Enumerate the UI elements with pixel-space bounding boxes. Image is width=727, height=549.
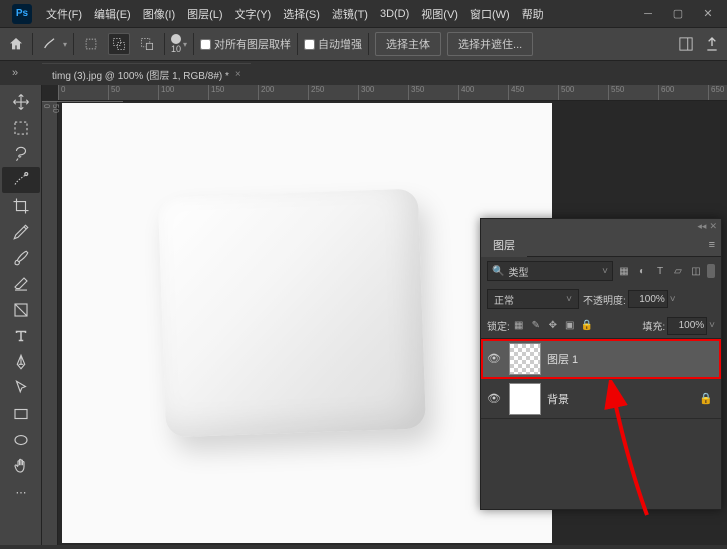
- lock-artboard-icon[interactable]: ▣: [564, 320, 576, 331]
- menu-3d[interactable]: 3D(D): [374, 5, 415, 23]
- filter-type-icon[interactable]: T: [653, 266, 667, 277]
- panel-collapse-icon[interactable]: ◂◂: [697, 221, 706, 232]
- panel-menu-icon[interactable]: ≡: [703, 239, 721, 251]
- menu-type[interactable]: 文字(Y): [229, 3, 278, 25]
- lock-transparency-icon[interactable]: ▦: [513, 320, 525, 331]
- select-and-mask-button[interactable]: 选择并遮住...: [447, 32, 533, 56]
- new-selection-icon[interactable]: [80, 33, 102, 55]
- visibility-toggle-icon[interactable]: 👁: [485, 352, 503, 365]
- menu-select[interactable]: 选择(S): [277, 3, 326, 25]
- document-tab-title: timg (3).jpg @ 100% (图层 1, RGB/8#) *: [52, 67, 229, 82]
- vertical-ruler: 050100150200250300350400: [42, 101, 58, 545]
- maximize-button[interactable]: ▢: [663, 4, 693, 24]
- layer-name[interactable]: 背景: [547, 391, 693, 407]
- brush-tool[interactable]: [2, 245, 40, 271]
- layer-name[interactable]: 图层 1: [547, 351, 717, 367]
- home-icon[interactable]: [6, 34, 26, 54]
- opacity-label: 不透明度:: [583, 292, 626, 307]
- lock-icon: 🔒: [699, 392, 713, 405]
- gradient-tool[interactable]: [2, 297, 40, 323]
- layers-panel: ◂◂ ✕ 图层 ≡ 🔍 类型 ˅ ▦ ◐ T ▱ ◫ 正常 ˅ 不透明度: 10…: [480, 218, 722, 510]
- opacity-input[interactable]: 100%: [628, 290, 668, 308]
- fill-label: 填充:: [642, 318, 665, 333]
- brush-size-picker[interactable]: 10: [171, 34, 181, 54]
- filter-toggle[interactable]: [707, 264, 715, 278]
- sample-all-layers-checkbox[interactable]: 对所有图层取样: [200, 36, 291, 52]
- layer-thumbnail[interactable]: [509, 343, 541, 375]
- menu-view[interactable]: 视图(V): [415, 3, 464, 25]
- minimize-button[interactable]: ─: [633, 4, 663, 24]
- lasso-tool[interactable]: [2, 141, 40, 167]
- eraser-tool[interactable]: [2, 271, 40, 297]
- type-tool[interactable]: [2, 323, 40, 349]
- crop-tool[interactable]: [2, 193, 40, 219]
- app-logo: Ps: [12, 4, 32, 24]
- menu-layer[interactable]: 图层(L): [181, 3, 228, 25]
- hand-tool[interactable]: [2, 453, 40, 479]
- quick-selection-tool[interactable]: [2, 167, 40, 193]
- filter-pixel-icon[interactable]: ▦: [617, 266, 631, 277]
- add-selection-icon[interactable]: [108, 33, 130, 55]
- menu-image[interactable]: 图像(I): [137, 3, 181, 25]
- auto-enhance-checkbox[interactable]: 自动增强: [304, 36, 362, 52]
- brush-size-value: 10: [171, 44, 181, 54]
- marquee-tool[interactable]: [2, 115, 40, 141]
- chevron-down-icon[interactable]: ▾: [183, 40, 187, 49]
- toolbox: ⋯: [0, 85, 42, 545]
- lock-all-icon[interactable]: 🔒: [581, 320, 593, 331]
- rectangle-tool[interactable]: [2, 401, 40, 427]
- layer-filter-type[interactable]: 🔍 类型 ˅: [487, 261, 613, 281]
- more-tools[interactable]: ⋯: [2, 479, 40, 505]
- share-icon[interactable]: [703, 35, 721, 53]
- visibility-toggle-icon[interactable]: 👁: [485, 392, 503, 405]
- menu-help[interactable]: 帮助: [516, 3, 550, 25]
- tool-preset-icon[interactable]: [39, 33, 61, 55]
- menu-filter[interactable]: 滤镜(T): [326, 3, 374, 25]
- fill-input[interactable]: 100%: [667, 317, 707, 335]
- eyedropper-tool[interactable]: [2, 219, 40, 245]
- select-subject-button[interactable]: 选择主体: [375, 32, 441, 56]
- panels-icon[interactable]: [677, 35, 695, 53]
- menu-window[interactable]: 窗口(W): [464, 3, 516, 25]
- ellipse-tool[interactable]: [2, 427, 40, 453]
- tab-overflow-icon[interactable]: »: [8, 61, 22, 85]
- layer-item[interactable]: 👁 背景 🔒: [481, 379, 721, 419]
- menu-file[interactable]: 文件(F): [40, 3, 88, 25]
- filter-adjustment-icon[interactable]: ◐: [635, 266, 649, 277]
- tab-close-icon[interactable]: ×: [235, 69, 241, 80]
- chevron-down-icon[interactable]: ▾: [63, 40, 67, 49]
- lock-position-icon[interactable]: ✥: [547, 320, 559, 331]
- lock-pixels-icon[interactable]: ✎: [530, 320, 542, 331]
- layer-item[interactable]: 👁 图层 1: [481, 339, 721, 379]
- panel-close-icon[interactable]: ✕: [709, 221, 717, 232]
- layer-thumbnail[interactable]: [509, 383, 541, 415]
- filter-smart-icon[interactable]: ◫: [689, 266, 703, 277]
- blend-mode-select[interactable]: 正常 ˅: [487, 289, 579, 309]
- move-tool[interactable]: [2, 89, 40, 115]
- filter-shape-icon[interactable]: ▱: [671, 266, 685, 277]
- menu-edit[interactable]: 编辑(E): [88, 3, 137, 25]
- canvas-content: [162, 193, 442, 453]
- pen-tool[interactable]: [2, 349, 40, 375]
- layers-tab[interactable]: 图层: [481, 233, 527, 257]
- document-canvas[interactable]: [62, 103, 552, 543]
- subtract-selection-icon[interactable]: [136, 33, 158, 55]
- horizontal-ruler: 050100150200250300350400450500550600650: [58, 85, 727, 101]
- document-tab[interactable]: timg (3).jpg @ 100% (图层 1, RGB/8#) * ×: [42, 63, 251, 85]
- lock-label: 锁定:: [487, 318, 510, 333]
- close-button[interactable]: ✕: [693, 4, 723, 24]
- path-selection-tool[interactable]: [2, 375, 40, 401]
